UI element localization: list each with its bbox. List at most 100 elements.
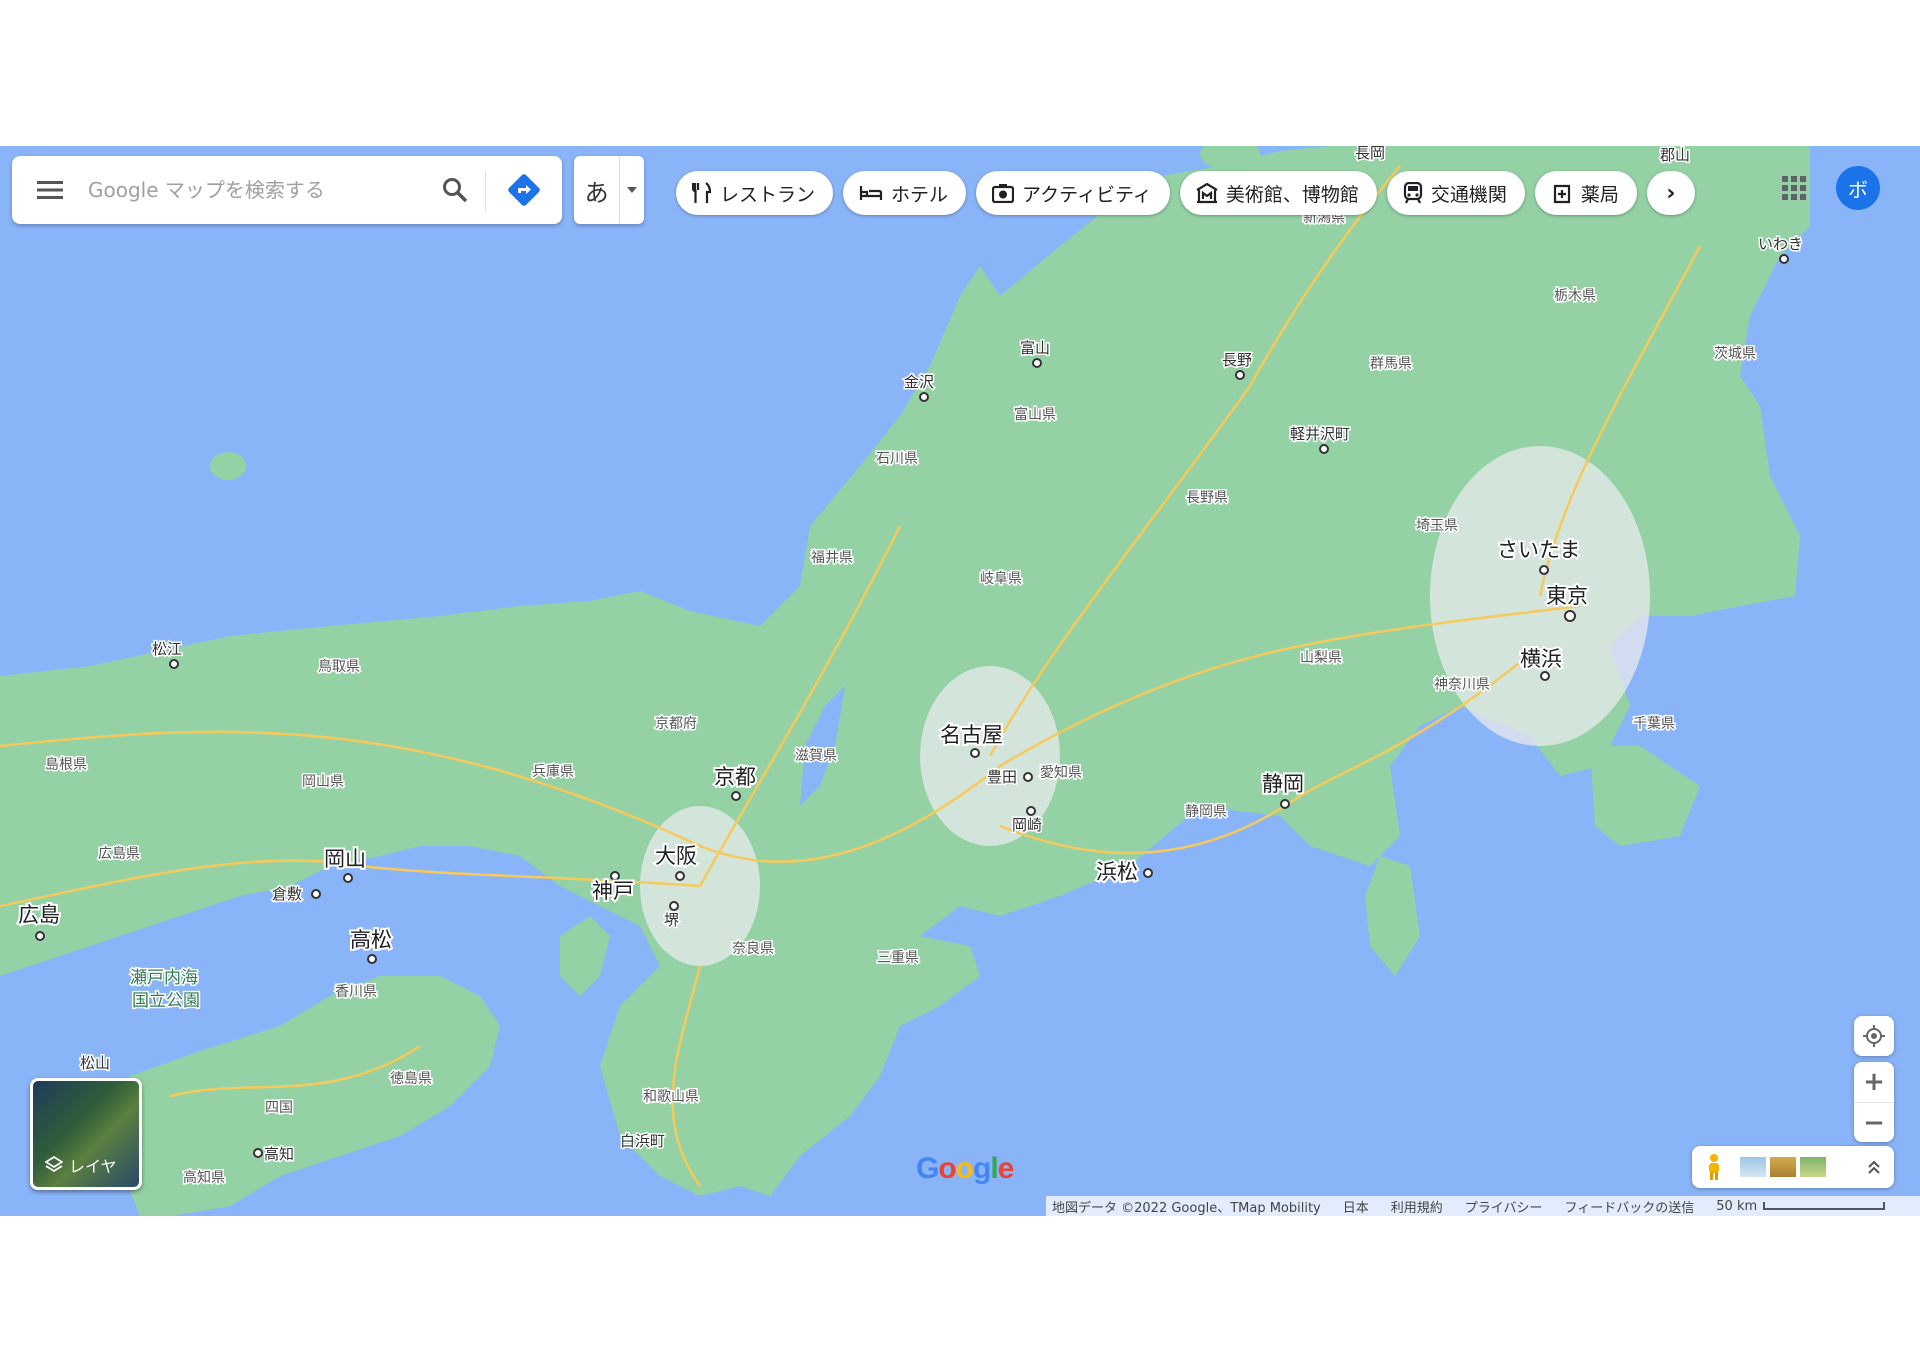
layers-label: レイヤ <box>69 1157 117 1176</box>
pharmacy-icon <box>1553 184 1570 204</box>
expand-button[interactable] <box>1854 1159 1894 1175</box>
account-avatar[interactable]: ボ <box>1836 166 1880 210</box>
search-button[interactable] <box>425 156 485 224</box>
park-label-line2: 国立公園 <box>132 991 200 1011</box>
imagery-thumb-street[interactable] <box>1740 1157 1766 1177</box>
city-label-koriyama: 郡山 <box>1660 146 1690 164</box>
apps-button[interactable] <box>1782 176 1806 204</box>
chip-label: アクティビティ <box>1022 183 1152 206</box>
pref-label-toyama: 富山県 <box>1014 406 1056 423</box>
map-data-credit: 地図データ ©2022 Google、TMap Mobility <box>1052 1200 1321 1216</box>
activity-icon <box>992 184 1015 203</box>
hotel-icon <box>859 186 883 200</box>
city-label-toyota: 豊田 <box>987 768 1017 786</box>
logo-letter: l <box>990 1152 998 1185</box>
city-label-hamamatsu: 浜松 <box>1096 860 1138 884</box>
pref-label-nagano: 長野県 <box>1186 490 1228 506</box>
terms-link[interactable]: 利用規約 <box>1391 1197 1443 1216</box>
google-logo: Google <box>916 1152 1014 1186</box>
location-target-icon <box>1863 1025 1885 1047</box>
chip-hotel[interactable]: ホテル <box>843 171 967 215</box>
pref-label-tokushima: 徳島県 <box>390 1071 432 1087</box>
city-label-sakai: 堺 <box>664 911 679 929</box>
city-label-iwaki: いわき <box>1758 235 1803 253</box>
pref-label-tottori: 鳥取県 <box>318 659 360 675</box>
privacy-link[interactable]: プライバシー <box>1465 1197 1543 1216</box>
country-link[interactable]: 日本 <box>1343 1197 1369 1216</box>
city-label-hiroshima: 広島 <box>18 903 60 927</box>
map-canvas[interactable]: 名古屋 京都 大阪 神戸 東京 横浜 さいたま 静岡 浜松 岡山 広島 高松 豊… <box>0 146 1920 1216</box>
menu-button[interactable] <box>12 156 88 224</box>
city-label-nagano: 長野 <box>1222 351 1252 369</box>
input-method-toggle: あ <box>574 156 644 224</box>
logo-letter: G <box>916 1152 939 1185</box>
ime-char-button[interactable]: あ <box>574 156 619 224</box>
city-label-karuizawa: 軽井沢町 <box>1290 425 1350 443</box>
chip-restaurant[interactable]: レストラン <box>676 171 834 215</box>
double-chevron-up-icon <box>1868 1160 1880 1174</box>
pegman-button[interactable] <box>1692 1146 1736 1188</box>
chips-next-button[interactable]: › <box>1646 171 1695 215</box>
city-label-kobe: 神戸 <box>592 879 634 903</box>
caret-down-icon <box>627 187 638 193</box>
search-input[interactable] <box>88 170 425 210</box>
imagery-thumb-terrain[interactable] <box>1770 1157 1796 1177</box>
pref-label-fukui: 福井県 <box>811 550 853 566</box>
pref-label-aichi: 愛知県 <box>1040 764 1082 781</box>
city-label-kochi: 高知 <box>264 1145 294 1163</box>
pref-label-hiroshima: 広島県 <box>98 846 140 862</box>
search-box <box>12 156 562 224</box>
logo-letter: o <box>938 1152 956 1185</box>
layers-button[interactable]: レイヤ <box>30 1078 142 1190</box>
zoom-out-button[interactable]: − <box>1854 1102 1894 1143</box>
chevron-right-icon: › <box>1666 180 1676 206</box>
pref-label-shimane: 島根県 <box>45 757 87 773</box>
chip-museum[interactable]: 美術館、博物館 <box>1179 171 1377 215</box>
city-label-kurashiki: 倉敷 <box>272 885 302 903</box>
pref-label-kagawa: 香川県 <box>335 984 377 1000</box>
chip-label: 美術館、博物館 <box>1225 183 1359 206</box>
pref-label-hyogo: 兵庫県 <box>532 763 574 780</box>
pref-label-gifu: 岐阜県 <box>980 570 1022 587</box>
city-label-matsue: 松江 <box>152 640 182 658</box>
city-label-toyama: 富山 <box>1020 339 1050 357</box>
park-label-line1: 瀬戸内海 <box>130 968 198 988</box>
zoom-control: + − <box>1854 1062 1894 1142</box>
chip-label: ホテル <box>891 183 949 206</box>
city-label-matsuyama: 松山 <box>80 1054 110 1072</box>
pref-label-tochigi: 栃木県 <box>1554 288 1596 304</box>
directions-icon <box>508 174 540 206</box>
label-shikoku: 四国 <box>265 1100 293 1116</box>
city-label-shirahama: 白浜町 <box>620 1132 665 1150</box>
pref-label-ishikawa: 石川県 <box>876 451 918 467</box>
pref-label-kyoto: 京都府 <box>655 716 697 732</box>
zoom-in-button[interactable]: + <box>1854 1062 1894 1102</box>
ime-dropdown-button[interactable] <box>619 156 644 224</box>
chip-label: 薬局 <box>1580 183 1619 206</box>
pegman-icon <box>1709 1154 1719 1180</box>
oki-island <box>210 452 246 480</box>
city-label-okazaki: 岡崎 <box>1012 816 1042 834</box>
pref-label-okayama: 岡山県 <box>302 774 344 790</box>
my-location-button[interactable] <box>1854 1016 1894 1056</box>
city-label-saitama: さいたま <box>1497 538 1580 562</box>
imagery-thumb-satellite[interactable] <box>1800 1157 1826 1177</box>
city-label-shizuoka: 静岡 <box>1262 772 1304 796</box>
pref-label-shizuoka: 静岡県 <box>1185 804 1227 820</box>
chip-transit[interactable]: 交通機関 <box>1386 171 1525 215</box>
directions-button[interactable] <box>486 156 562 224</box>
map-base-layer: 名古屋 京都 大阪 神戸 東京 横浜 さいたま 静岡 浜松 岡山 広島 高松 豊… <box>0 146 1920 1216</box>
chip-activity[interactable]: アクティビティ <box>976 171 1170 215</box>
scale-line <box>1763 1202 1886 1210</box>
city-label-nagoya: 名古屋 <box>940 723 1003 747</box>
scale-label: 50 km <box>1716 1198 1758 1214</box>
pref-label-kochi: 高知県 <box>183 1169 225 1186</box>
feedback-link[interactable]: フィードバックの送信 <box>1565 1197 1695 1216</box>
scale-bar[interactable]: 50 km <box>1716 1198 1886 1214</box>
city-label-okayama: 岡山 <box>324 847 366 871</box>
city-label-osaka: 大阪 <box>655 844 697 868</box>
pref-label-wakayama: 和歌山県 <box>643 1089 699 1105</box>
pref-label-yamanashi: 山梨県 <box>1300 650 1342 666</box>
layers-label-row: レイヤ <box>45 1153 117 1177</box>
chip-pharmacy[interactable]: 薬局 <box>1534 171 1637 215</box>
